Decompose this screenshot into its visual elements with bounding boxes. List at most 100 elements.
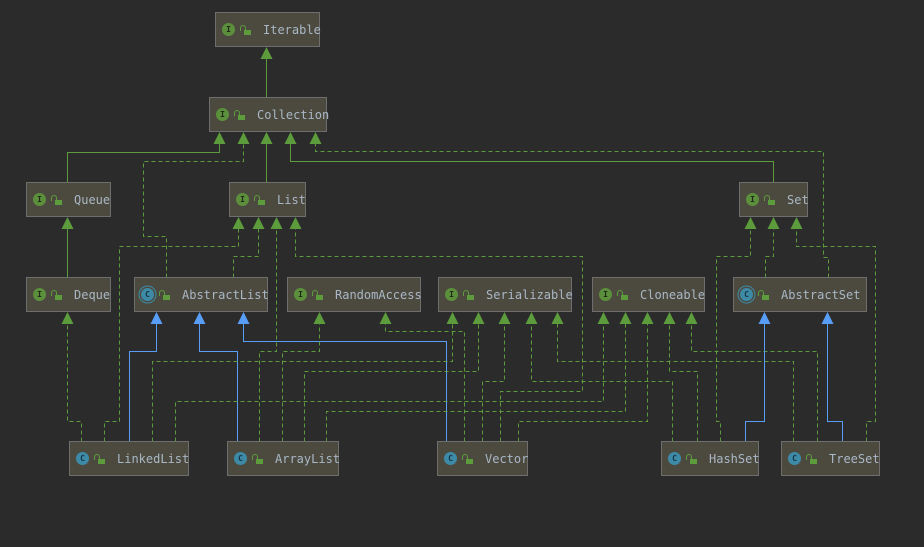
edge-hashset-to-abstractset xyxy=(745,312,771,442)
edge-linkedlist-to-deque xyxy=(61,312,82,442)
class-icon: C xyxy=(788,452,801,465)
node-treeset[interactable]: C TreeSet xyxy=(781,441,880,476)
node-label: LinkedList xyxy=(117,451,190,466)
edge-abstractset-to-set xyxy=(765,217,780,278)
interface-icon: I xyxy=(236,193,249,206)
public-unlock-icon xyxy=(462,453,473,464)
class-icon: C xyxy=(76,452,89,465)
node-label: ArrayList xyxy=(275,451,341,466)
arrowhead-icon xyxy=(270,217,283,229)
public-unlock-icon xyxy=(94,453,105,464)
edge-arraylist-to-list xyxy=(259,217,283,442)
public-unlock-icon xyxy=(758,289,769,300)
interface-icon: I xyxy=(294,288,307,301)
public-unlock-icon xyxy=(240,24,251,35)
public-unlock-icon xyxy=(312,289,323,300)
node-label: RandomAccess xyxy=(335,287,422,302)
edge-hashset-to-serializable xyxy=(525,312,673,442)
node-label: Serializable xyxy=(486,287,573,302)
public-unlock-icon xyxy=(254,194,265,205)
arrowhead-icon xyxy=(313,312,326,324)
arrowhead-icon xyxy=(213,132,226,144)
interface-icon: I xyxy=(599,288,612,301)
node-set[interactable]: I Set xyxy=(739,182,809,217)
edge-line xyxy=(67,143,220,183)
public-unlock-icon xyxy=(764,194,775,205)
interface-icon: I xyxy=(445,288,458,301)
arrowhead-icon xyxy=(744,217,757,229)
edge-linkedlist-to-abstractlist xyxy=(129,312,163,442)
abstract-class-icon: C xyxy=(141,288,154,301)
edge-line xyxy=(482,323,505,442)
node-label: AbstractList xyxy=(182,287,269,302)
arrowhead-icon xyxy=(790,217,803,229)
edge-arraylist-to-cloneable xyxy=(326,312,632,442)
arrowhead-icon xyxy=(193,312,206,324)
node-vector[interactable]: C Vector xyxy=(437,441,528,476)
node-randomaccess[interactable]: I RandomAccess xyxy=(287,277,422,312)
edge-vector-to-randomaccess xyxy=(379,312,465,442)
arrowhead-icon xyxy=(685,312,698,324)
arrowhead-icon xyxy=(260,47,273,59)
node-label: AbstractSet xyxy=(781,287,861,302)
interface-icon: I xyxy=(33,288,46,301)
class-icon: C xyxy=(668,452,681,465)
node-label: HashSet xyxy=(709,451,760,466)
edge-line xyxy=(531,323,673,442)
node-list[interactable]: I List xyxy=(229,182,306,217)
arrowhead-icon xyxy=(252,217,265,229)
node-cloneable[interactable]: I Cloneable xyxy=(592,277,705,312)
edge-line xyxy=(199,323,238,442)
edge-vector-to-list xyxy=(289,217,583,442)
edge-hashset-to-set xyxy=(716,217,757,442)
arrowhead-icon xyxy=(551,312,564,324)
edge-line xyxy=(765,228,774,278)
public-unlock-icon xyxy=(463,289,474,300)
node-label: Deque xyxy=(74,287,111,302)
edge-treeset-to-set xyxy=(790,217,876,442)
edge-line xyxy=(796,228,876,442)
edge-treeset-to-abstractset xyxy=(821,312,843,442)
edge-line xyxy=(233,228,259,278)
node-hashset[interactable]: C HashSet xyxy=(661,441,760,476)
arrowhead-icon xyxy=(525,312,538,324)
public-unlock-icon xyxy=(159,289,170,300)
public-unlock-icon xyxy=(617,289,628,300)
arrowhead-icon xyxy=(61,312,74,324)
arrowhead-icon xyxy=(150,312,163,324)
public-unlock-icon xyxy=(51,194,62,205)
arrowhead-icon xyxy=(309,132,322,144)
edge-line xyxy=(669,323,698,442)
class-icon: C xyxy=(234,452,247,465)
edge-treeset-to-serializable xyxy=(551,312,794,442)
arrowhead-icon xyxy=(619,312,632,324)
node-abstractlist[interactable]: C AbstractList xyxy=(134,277,269,312)
edge-line xyxy=(259,228,277,442)
class-icon: C xyxy=(444,452,457,465)
node-deque[interactable]: I Deque xyxy=(26,277,111,312)
edge-arraylist-to-serializable xyxy=(304,312,485,442)
uml-diagram-canvas[interactable]: I Iterable I Collection I Queue I List I Set I Dequ… xyxy=(0,0,924,547)
node-label: Collection xyxy=(257,107,330,122)
arrowhead-icon xyxy=(663,312,676,324)
edge-vector-to-cloneable xyxy=(518,312,654,442)
edge-set-to-collection xyxy=(284,132,774,183)
node-label: Iterable xyxy=(263,22,321,37)
node-arraylist[interactable]: C ArrayList xyxy=(227,441,341,476)
arrowhead-icon xyxy=(597,312,610,324)
interface-icon: I xyxy=(222,23,235,36)
node-serializable[interactable]: I Serializable xyxy=(438,277,573,312)
public-unlock-icon xyxy=(686,453,697,464)
arrowhead-icon xyxy=(821,312,834,324)
edge-collection-to-iterable xyxy=(260,47,273,98)
node-collection[interactable]: I Collection xyxy=(209,97,330,132)
node-queue[interactable]: I Queue xyxy=(26,182,111,217)
arrowhead-icon xyxy=(260,132,273,144)
node-iterable[interactable]: I Iterable xyxy=(215,12,321,47)
arrowhead-icon xyxy=(232,217,245,229)
arrowhead-icon xyxy=(767,217,780,229)
node-label: Set xyxy=(787,192,809,207)
node-linkedlist[interactable]: C LinkedList xyxy=(69,441,189,476)
node-abstractset[interactable]: C AbstractSet xyxy=(733,277,867,312)
node-label: Cloneable xyxy=(640,287,706,302)
